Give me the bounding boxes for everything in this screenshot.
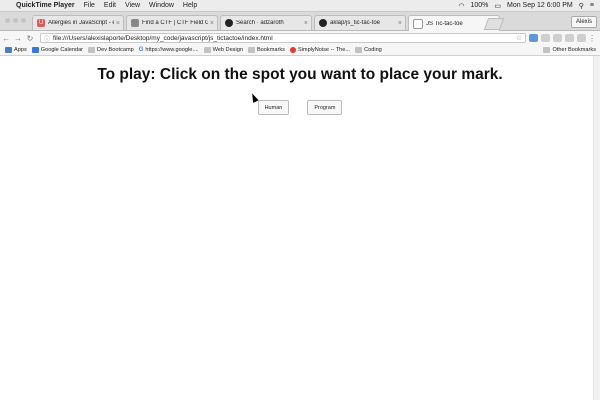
tab-github-search[interactable]: Search · adzaroth × [220,15,312,30]
browser-tab-strip: U Allergies in JavaScript - exe × Find a… [0,12,600,31]
menu-window[interactable]: Window [149,2,174,9]
forward-arrow-icon[interactable]: → [12,34,24,43]
wifi-icon[interactable]: ◠ [458,2,464,10]
bookmark-google[interactable]: Ghttps://www.google.... [139,47,199,53]
menu-file[interactable]: File [84,2,95,9]
tab-title: Search · adzaroth [236,20,284,26]
battery-icon[interactable]: ▭ [494,2,501,10]
bookmark-coding[interactable]: Coding [355,47,382,53]
menu-dots-icon[interactable]: ⋮ [586,34,598,43]
extension-icon[interactable] [529,34,538,42]
bookmark-web-design[interactable]: Web Design [203,47,243,53]
extension-icon[interactable] [565,34,574,42]
calendar-icon [31,47,39,53]
search-icon[interactable]: ⚲ [579,2,584,10]
bookmark-label: Coding [364,47,382,53]
close-tab-icon[interactable]: × [116,20,120,27]
tab-github-repo[interactable]: aklap/js_tic-tac-toe × [314,15,406,30]
tab-favicon-icon [131,19,139,27]
menu-view[interactable]: View [125,2,140,9]
reload-icon[interactable]: ↻ [24,34,36,43]
simplynoise-icon [289,47,296,53]
menu-app-name[interactable]: QuickTime Player [16,2,75,9]
close-tab-icon[interactable]: × [398,20,402,27]
bookmark-label: Dev Bootcamp [97,47,134,53]
player-choice-buttons: Human Program [0,100,600,115]
menu-help[interactable]: Help [183,2,197,9]
tab-title: Find a CTF | CTF Field Guide [142,20,208,26]
minimize-window-button[interactable] [13,18,18,23]
program-button[interactable]: Program [307,100,343,115]
document-icon [413,18,423,29]
folder-icon [88,47,96,53]
github-icon [225,19,233,27]
browser-toolbar: ← → ↻ ⓘ file:///Users/alexislaporte/Desk… [0,31,600,45]
bookmark-label: Apps [14,47,27,53]
tab-title: JS Tic-tac-toe [426,20,463,27]
tab-ctf[interactable]: Find a CTF | CTF Field Guide × [126,15,218,30]
folder-icon [203,47,211,53]
bookmark-google-calendar[interactable]: Google Calendar [31,47,84,53]
google-icon: G [138,47,144,53]
bookmark-label: Google Calendar [40,47,84,53]
back-arrow-icon[interactable]: ← [0,34,12,43]
close-tab-icon[interactable]: × [304,20,308,27]
close-window-button[interactable] [5,18,10,23]
tab-title: aklap/js_tic-tac-toe [330,20,381,26]
apps-grid-icon [5,47,12,53]
bookmark-bookmarks[interactable]: Bookmarks [247,47,285,53]
new-tab-button[interactable] [483,18,505,30]
address-bar[interactable]: ⓘ file:///Users/alexislaporte/Desktop/my… [40,33,526,43]
info-icon[interactable]: ⓘ [44,34,50,43]
tab-allergies[interactable]: U Allergies in JavaScript - exe × [32,15,124,30]
bookmarks-bar: Apps Google Calendar Dev Bootcamp Ghttps… [0,45,600,56]
menubar-status-area: ◠ 100% ▭ Mon Sep 12 6:00 PM ⚲ ≡ [452,2,600,10]
tab-title: Allergies in JavaScript - exe [48,20,114,26]
extension-icon[interactable] [541,34,550,42]
menubar-clock[interactable]: Mon Sep 12 6:00 PM [507,2,573,9]
address-bar-url[interactable]: file:///Users/alexislaporte/Desktop/my_c… [53,35,516,42]
folder-icon [247,47,255,53]
bookmark-dev-bootcamp[interactable]: Dev Bootcamp [88,47,134,53]
bookmark-other[interactable]: Other Bookmarks [543,47,596,53]
close-tab-icon[interactable]: × [210,20,214,27]
page-heading: To play: Click on the spot you want to p… [97,66,503,83]
tab-favicon-icon: U [37,19,45,27]
bookmark-apps[interactable]: Apps [5,47,27,53]
bookmark-label: Other Bookmarks [552,47,596,53]
profile-button[interactable]: Alexis [570,16,597,28]
folder-icon [543,47,551,53]
battery-percent[interactable]: 100% [470,2,488,9]
bookmark-label: https://www.google.... [145,47,199,53]
bookmark-star-icon[interactable]: ☆ [516,34,525,42]
bookmark-label: Web Design [212,47,243,53]
menu-edit[interactable]: Edit [104,2,116,9]
macos-menubar: QuickTime Player File Edit View Window H… [0,0,600,12]
info-icon[interactable] [577,34,586,42]
list-icon[interactable]: ≡ [590,2,594,9]
bookmark-simplynoise[interactable]: SimplyNoise -- The... [289,47,351,53]
zoom-window-button[interactable] [21,18,26,23]
extension-icon[interactable] [553,34,562,42]
github-icon [319,19,327,27]
bookmark-label: SimplyNoise -- The... [297,47,351,53]
page-scrollbar[interactable] [593,56,600,400]
folder-icon [355,47,363,53]
human-button[interactable]: Human [257,100,290,115]
bookmark-label: Bookmarks [256,47,285,53]
window-controls [5,18,29,23]
page-content: To play: Click on the spot you want to p… [0,56,600,400]
